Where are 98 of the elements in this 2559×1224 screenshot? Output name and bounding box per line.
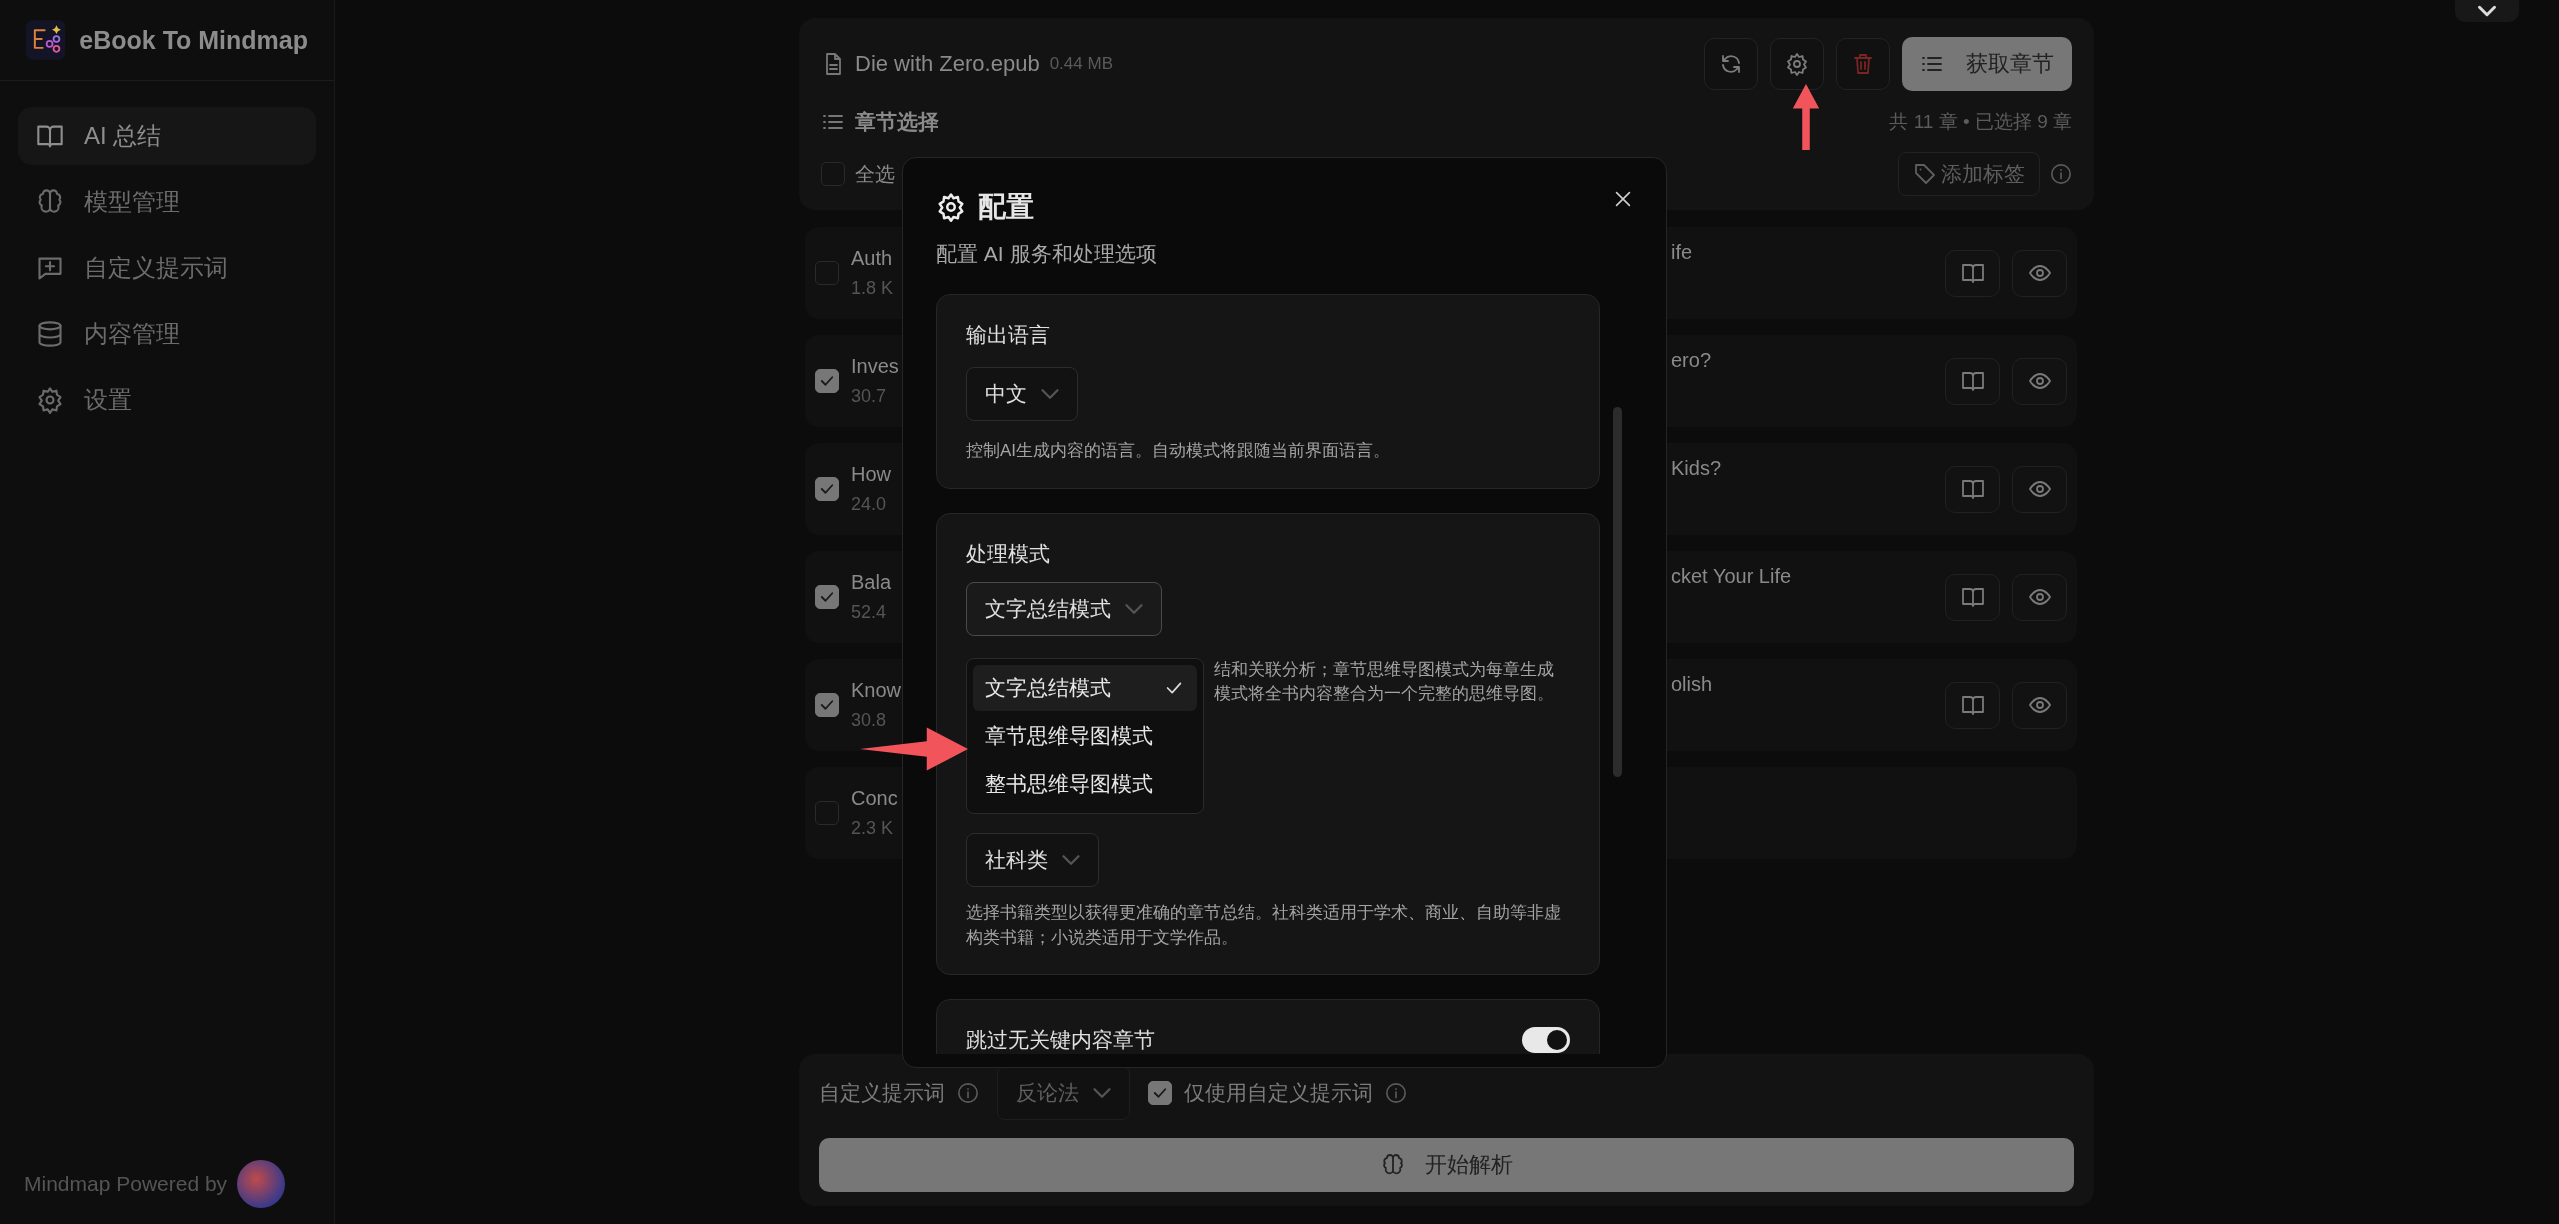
arrow-annotation	[1791, 84, 1821, 150]
setting-hint: 结和关联分析；章节思维导图模式为每章生成	[1214, 658, 1555, 681]
database-icon	[36, 320, 64, 348]
setting-hint: 控制AI生成内容的语言。自动模式将跟随当前界面语言。	[966, 440, 1392, 462]
read-button[interactable]	[1945, 465, 2000, 513]
info-icon	[957, 1082, 979, 1104]
tag-icon	[1913, 162, 1937, 186]
chapter-title: ife	[1671, 241, 1693, 263]
powered-by-text: Mindmap Powered by	[24, 1172, 228, 1196]
chapter-count: 共 11 章 • 已选择 9 章	[1889, 110, 2072, 134]
chapter-title: How	[851, 463, 892, 486]
info-icon	[1385, 1082, 1407, 1104]
chevron-down-icon	[1125, 603, 1143, 614]
chapter-checkbox[interactable]	[815, 585, 839, 609]
setting-label: 跳过无关键内容章节	[966, 1027, 1155, 1054]
chapter-title: Inves	[851, 355, 899, 378]
read-button[interactable]	[1945, 249, 2000, 297]
mode-select[interactable]: 文字总结模式	[966, 581, 1162, 636]
info-icon	[2050, 163, 2072, 185]
setting-label: 处理模式	[966, 540, 1051, 567]
toggle-switch[interactable]	[1522, 1027, 1570, 1054]
chapter-checkbox[interactable]	[815, 693, 839, 717]
setting-hint: 选择书籍类型以获得更准确的章节总结。社科类适用于学术、商业、自助等非虚构类书籍；小说类适用于文学作品。	[966, 901, 1562, 949]
file-name: Die with Zero.epub	[855, 51, 1040, 77]
chapter-title: Auth	[851, 247, 894, 270]
select-all-label: 全选	[855, 161, 895, 187]
only-custom-checkbox[interactable]	[1148, 1081, 1172, 1105]
sidebar-item[interactable]: 设置	[18, 371, 316, 429]
chapter-title: Bala	[851, 571, 893, 594]
chapter-size: 30.7	[851, 386, 888, 407]
preview-button[interactable]	[2012, 357, 2067, 405]
book-icon	[1960, 585, 1985, 609]
chapter-size: 30.8	[851, 710, 888, 731]
language-select[interactable]: 中文	[966, 367, 1078, 421]
preview-button[interactable]	[2012, 573, 2067, 621]
chevron-down-icon	[2478, 6, 2496, 16]
read-button[interactable]	[1945, 357, 2000, 405]
settings-icon	[36, 386, 64, 414]
file-size: 0.44 MB	[1049, 54, 1113, 74]
app-logo-icon	[26, 18, 66, 62]
sidebar-item[interactable]: 自定义提示词	[18, 239, 316, 297]
settings-icon	[1785, 52, 1809, 76]
dialog-title: 配置	[978, 190, 1034, 224]
read-button[interactable]	[1945, 573, 2000, 621]
chapter-title: Conc	[851, 787, 899, 810]
refresh-icon	[1719, 52, 1743, 76]
sidebar-item[interactable]: AI 总结	[18, 107, 316, 165]
chapter-size: 24.0	[851, 494, 888, 515]
book-icon	[1960, 261, 1985, 285]
preview-button[interactable]	[2012, 249, 2067, 297]
chapter-size: 2.3 K	[851, 818, 895, 839]
avatar	[237, 1160, 286, 1208]
chevron-down-icon	[1093, 1088, 1111, 1098]
preview-button[interactable]	[2012, 465, 2067, 513]
dropdown-option[interactable]: 章节思维导图模式	[973, 712, 1197, 759]
scrollbar[interactable]	[1613, 407, 1622, 777]
chapter-checkbox[interactable]	[815, 369, 839, 393]
book-icon	[1960, 369, 1985, 393]
custom-prompt-label: 自定义提示词	[819, 1080, 945, 1106]
brain-icon	[36, 188, 64, 216]
chapter-title: Kids?	[1671, 457, 1722, 479]
select-all-checkbox[interactable]	[821, 162, 845, 186]
chapter-title: cket Your Life	[1671, 565, 1792, 587]
collapse-button[interactable]	[2455, 0, 2519, 22]
chevron-down-icon	[1062, 854, 1080, 865]
start-button[interactable]: 开始解析	[819, 1138, 2074, 1192]
preview-button[interactable]	[2012, 681, 2067, 729]
only-custom-label: 仅使用自定义提示词	[1184, 1080, 1373, 1106]
setting-label: 输出语言	[966, 322, 1051, 348]
chapter-checkbox[interactable]	[815, 477, 839, 501]
chevron-down-icon	[1041, 389, 1059, 399]
fetch-chapters-button[interactable]: 获取章节	[1902, 37, 2072, 91]
chapter-checkbox[interactable]	[815, 261, 839, 285]
read-button[interactable]	[1945, 681, 2000, 729]
brain-icon	[1380, 1153, 1405, 1177]
sidebar-item[interactable]: 模型管理	[18, 173, 316, 231]
refresh-button[interactable]	[1704, 38, 1758, 90]
chapter-title: Know	[851, 679, 899, 702]
chapter-size: 52.4	[851, 602, 888, 623]
dialog-subtitle: 配置 AI 服务和处理选项	[936, 241, 1158, 267]
trash-icon	[1851, 52, 1875, 76]
chapter-size: 1.8 K	[851, 278, 895, 299]
sidebar-item[interactable]: 内容管理	[18, 305, 316, 363]
chapter-title: ero?	[1671, 349, 1712, 371]
book-icon	[1960, 693, 1985, 717]
dropdown-option[interactable]: 文字总结模式	[973, 664, 1197, 711]
book-icon	[1960, 477, 1985, 501]
chapter-title: olish	[1671, 673, 1713, 695]
settings-icon	[936, 192, 966, 222]
dropdown-option[interactable]: 整书思维导图模式	[973, 760, 1197, 807]
book-type-select[interactable]: 社科类	[966, 832, 1099, 887]
prompt-select[interactable]: 反论法	[997, 1066, 1130, 1120]
settings-button[interactable]	[1770, 38, 1824, 90]
section-title: 章节选择	[855, 109, 939, 135]
app-name: eBook To Mindmap	[79, 25, 308, 55]
setting-hint: 模式将全书内容整合为一个完整的思维导图。	[1214, 683, 1555, 706]
add-tag-button[interactable]: 添加标签	[1898, 152, 2040, 196]
chapter-checkbox[interactable]	[815, 801, 839, 825]
